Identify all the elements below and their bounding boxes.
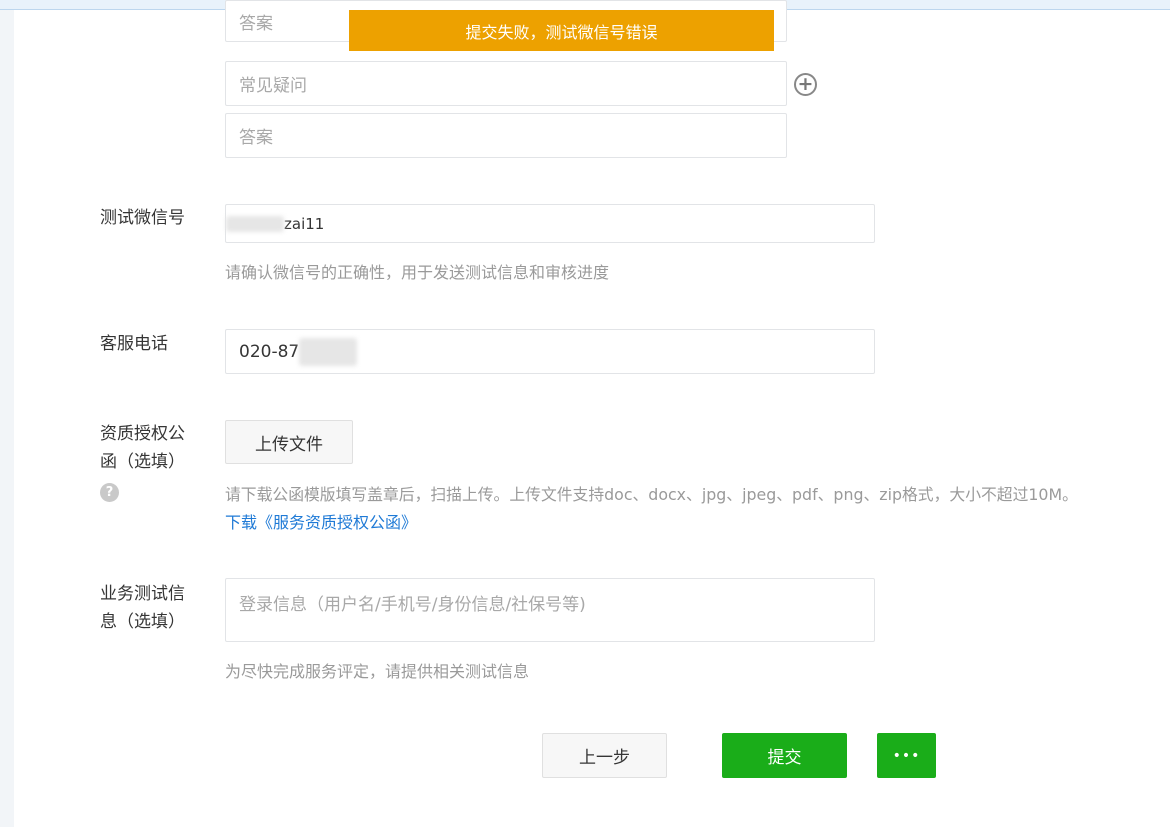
faq-question-placeholder: 常见疑问 bbox=[239, 76, 307, 96]
faq-question-input[interactable]: 常见疑问 bbox=[225, 61, 787, 106]
business-test-placeholder: 登录信息（用户名/手机号/身份信息/社保号等) bbox=[239, 595, 586, 615]
download-template-link[interactable]: 下载《服务资质授权公函》 bbox=[225, 509, 417, 533]
error-toast-text: 提交失败，测试微信号错误 bbox=[465, 22, 658, 42]
more-options-button[interactable]: ••• bbox=[877, 733, 936, 778]
redacted-mask bbox=[299, 337, 358, 366]
faq-answer-placeholder-2: 答案 bbox=[239, 128, 273, 148]
faq-answer-placeholder-1: 答案 bbox=[239, 13, 273, 34]
redacted-mask bbox=[226, 215, 284, 232]
phone-label: 客服电话 bbox=[100, 334, 168, 354]
prev-step-button[interactable]: 上一步 bbox=[542, 733, 667, 778]
help-icon[interactable]: ? bbox=[100, 483, 119, 502]
business-test-textarea[interactable]: 登录信息（用户名/手机号/身份信息/社保号等) bbox=[225, 578, 875, 642]
wechat-input-value: zai11 bbox=[284, 214, 325, 233]
wechat-tip: 请确认微信号的正确性，用于发送测试信息和审核进度 bbox=[225, 263, 610, 282]
authorization-tip: 请下载公函模版填写盖章后，扫描上传。上传文件支持doc、docx、jpg、jpe… bbox=[225, 485, 1078, 504]
wechat-input[interactable]: zai11 bbox=[225, 204, 875, 243]
upload-file-button[interactable]: 上传文件 bbox=[225, 420, 353, 464]
phone-input-value: 020-87 bbox=[239, 341, 300, 362]
business-test-label: 业务测试信息（选填） bbox=[100, 584, 185, 632]
add-faq-icon[interactable]: + bbox=[794, 73, 817, 96]
phone-input[interactable]: 020-87 bbox=[225, 329, 875, 374]
authorization-label: 资质授权公函（选填） bbox=[100, 424, 185, 472]
wechat-label: 测试微信号 bbox=[100, 208, 185, 228]
faq-answer-input-2[interactable]: 答案 bbox=[225, 113, 787, 158]
error-toast: 提交失败，测试微信号错误 bbox=[349, 10, 774, 51]
submit-button[interactable]: 提交 bbox=[722, 733, 847, 778]
business-test-tip: 为尽快完成服务评定，请提供相关测试信息 bbox=[225, 662, 530, 681]
